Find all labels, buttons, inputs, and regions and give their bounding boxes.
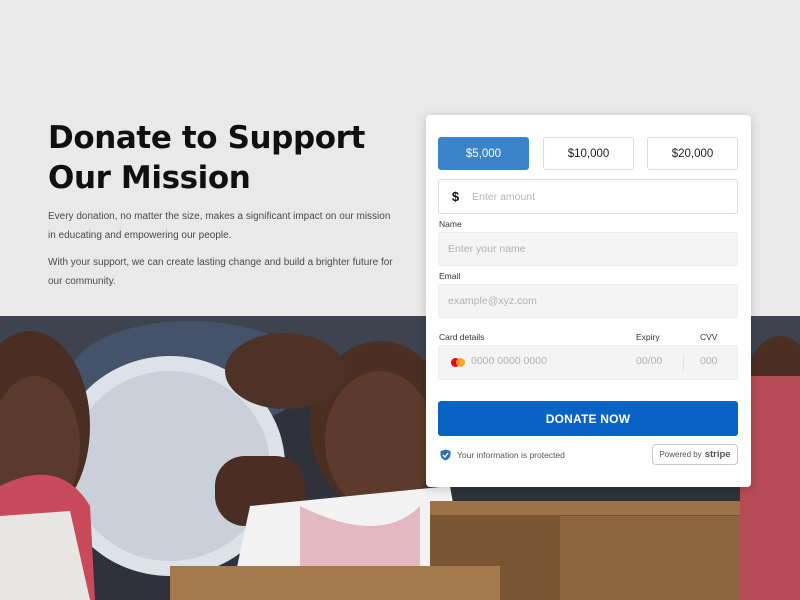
card-details-label: Card details <box>439 332 485 342</box>
security-note-text: Your information is protected <box>457 450 565 460</box>
expiry-label: Expiry <box>636 332 660 342</box>
shield-check-icon <box>440 449 451 461</box>
stripe-logo: stripe <box>704 449 731 460</box>
amount-option-5000[interactable]: $5,000 <box>438 137 529 170</box>
powered-by-stripe-badge[interactable]: Powered by stripe <box>652 444 738 465</box>
expiry-input[interactable] <box>636 355 676 367</box>
cvv-label: CVV <box>700 332 718 342</box>
page-title: Donate to Support Our Mission <box>48 120 365 196</box>
amount-option-20000[interactable]: $20,000 <box>647 137 738 170</box>
custom-amount-field[interactable]: $ <box>438 179 738 214</box>
name-label: Name <box>439 219 462 229</box>
intro-paragraph: Every donation, no matter the size, make… <box>48 211 391 241</box>
card-details-field <box>438 345 738 380</box>
card-number-input[interactable] <box>471 355 621 367</box>
email-input[interactable] <box>438 284 738 318</box>
amount-option-10000[interactable]: $10,000 <box>543 137 634 170</box>
powered-by-text: Powered by <box>659 450 702 459</box>
security-note: Your information is protected <box>440 449 565 461</box>
currency-symbol: $ <box>451 189 460 204</box>
cvv-input[interactable] <box>700 355 730 367</box>
custom-amount-input[interactable] <box>472 190 722 203</box>
name-input[interactable] <box>438 232 738 266</box>
field-divider <box>683 355 684 372</box>
mastercard-icon <box>451 358 465 367</box>
support-paragraph: With your support, we can create lasting… <box>48 257 393 287</box>
donate-now-button[interactable]: DONATE NOW <box>438 401 738 436</box>
email-label: Email <box>439 271 461 281</box>
donation-card: $5,000 $10,000 $20,000 $ Name Email Card… <box>426 115 751 487</box>
